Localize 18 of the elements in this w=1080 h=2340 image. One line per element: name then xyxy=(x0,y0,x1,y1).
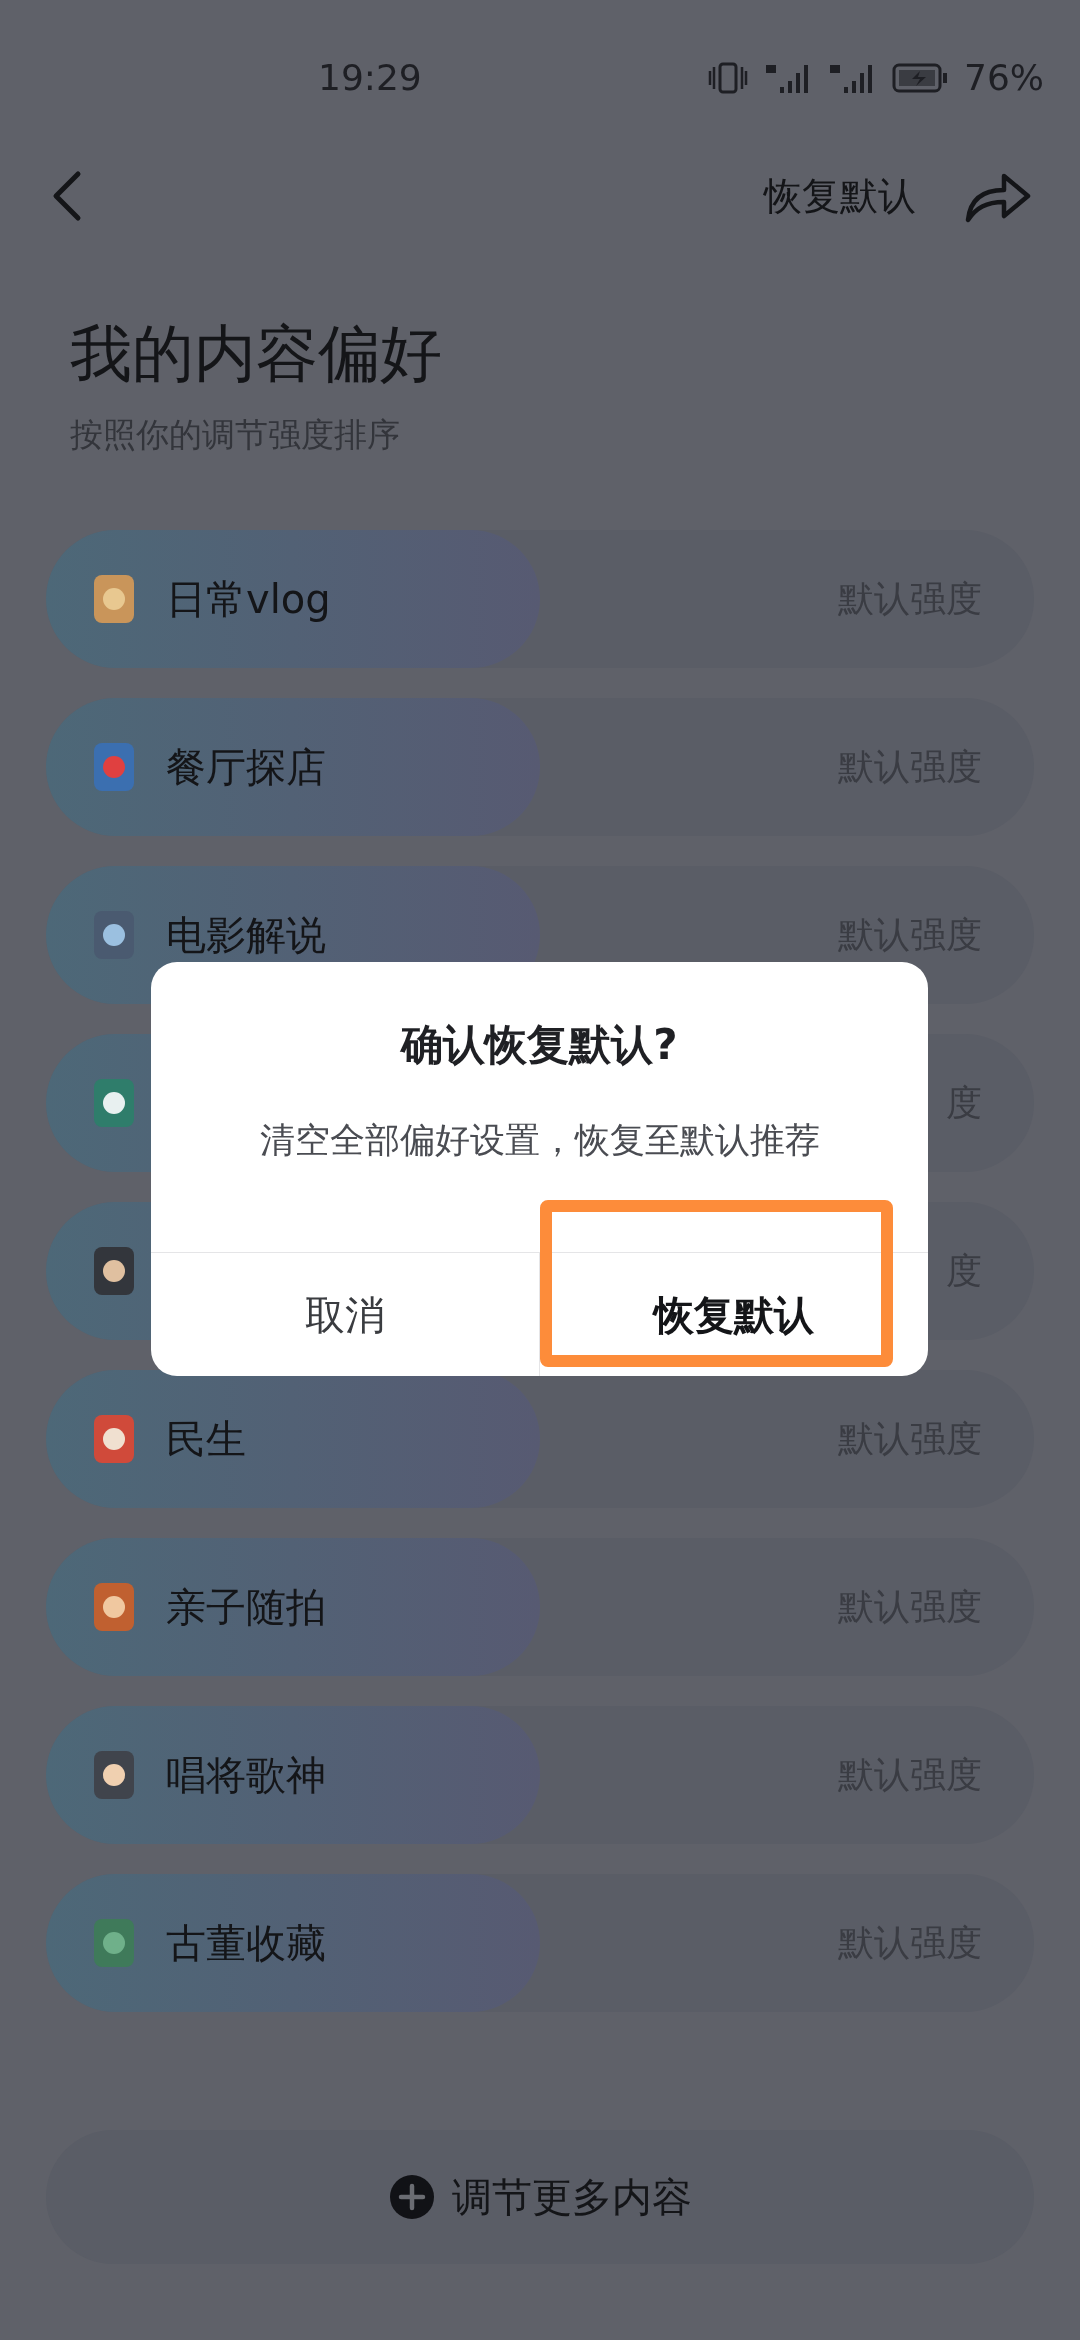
preference-label: 亲子随拍 xyxy=(166,1582,326,1632)
battery-charging-icon xyxy=(892,63,948,93)
status-time: 19:29 xyxy=(318,56,422,100)
confirm-button[interactable]: 恢复默认 xyxy=(539,1253,928,1376)
preference-label: 古董收藏 xyxy=(166,1918,326,1968)
preference-label: 电影解说 xyxy=(166,910,326,960)
preference-label: 唱将歌神 xyxy=(166,1750,326,1800)
battery-percent: 76% xyxy=(964,56,1044,100)
dialog-message: 清空全部偏好设置，恢复至默认推荐 xyxy=(258,1119,821,1162)
page-title: 我的内容偏好 xyxy=(70,320,443,389)
dialog-title: 确认恢复默认? xyxy=(399,1019,679,1066)
preference-label: 餐厅探店 xyxy=(166,742,326,792)
adjust-more-button[interactable]: 调节更多内容 xyxy=(46,2130,1034,2264)
preference-label: 日常vlog xyxy=(166,574,331,624)
vibrate-icon xyxy=(708,61,748,95)
plus-icon xyxy=(388,2173,436,2221)
restore-default-link[interactable]: 恢复默认 xyxy=(764,167,916,225)
preference-label: 民生 xyxy=(166,1414,246,1464)
